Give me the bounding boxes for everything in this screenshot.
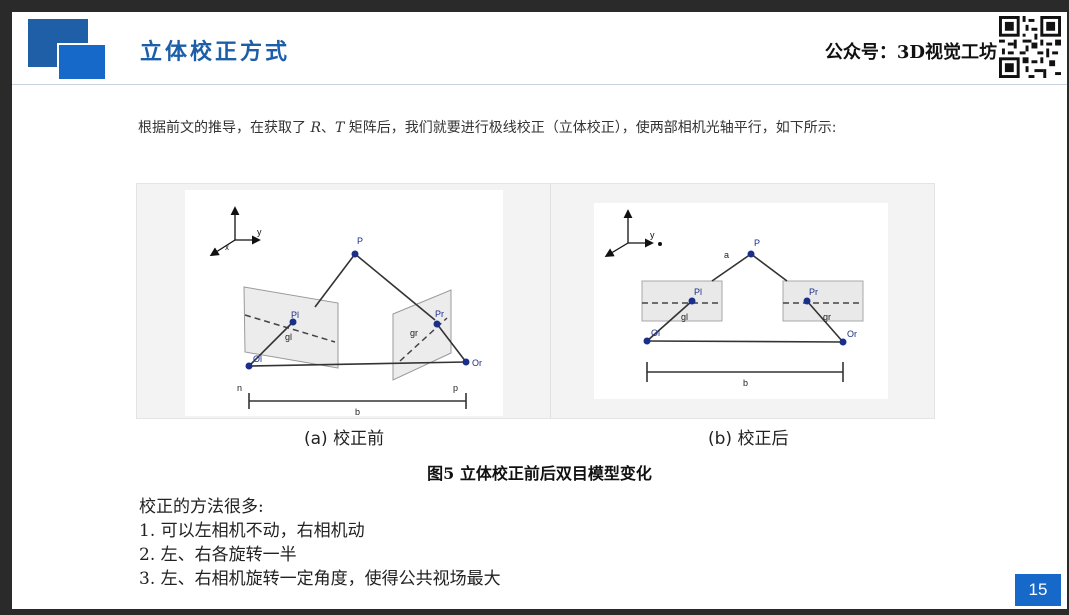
figure-divider <box>550 184 551 418</box>
list-item: 3. 左、右相机旋转一定角度，使得公共视场最大 <box>139 569 501 589</box>
ray-left-to-p <box>314 253 356 308</box>
diagram-before-rectification: y x P Pl Pr Ol Or gl gr n p b <box>185 190 503 416</box>
intro-prefix: 根据前文的推导，在获取了 <box>138 120 311 136</box>
label-pr: Pr <box>809 287 818 297</box>
label-p: P <box>357 236 363 246</box>
point-pr <box>803 297 811 305</box>
figure-container: y x P Pl Pr Ol Or gl gr n p b y P Pl Pr … <box>136 183 935 419</box>
list-item: 2. 左、右各旋转一半 <box>139 545 297 565</box>
logo-block-light <box>57 43 107 81</box>
page-number-badge: 15 <box>1015 574 1061 606</box>
label-axis-y: y <box>650 230 655 240</box>
label-gr: gr <box>823 312 831 322</box>
caption-after: (b) 校正后 <box>708 429 789 449</box>
diagram-after-rectification: y P Pl Pr Ol Or a gl gr b <box>594 203 888 399</box>
intro-suffix: 矩阵后，我们就要进行极线校正（立体校正），使两部相机光轴平行，如下所示: <box>344 120 837 136</box>
label-p: P <box>754 238 760 248</box>
label-b: b <box>355 407 360 416</box>
label-b: b <box>743 378 748 388</box>
label-axis-x: x <box>225 243 229 252</box>
label-gl: gl <box>681 312 688 322</box>
label-pl: Pl <box>694 287 702 297</box>
label-p-small: p <box>453 383 458 393</box>
slide-title: 立体校正方式 <box>140 39 291 65</box>
label-pl: Pl <box>291 310 299 320</box>
point-p <box>747 250 755 258</box>
point-pr <box>433 320 441 328</box>
methods-heading: 校正的方法很多: <box>139 497 264 517</box>
intro-var-r: R <box>310 120 321 136</box>
label-gr: gr <box>410 328 418 338</box>
label-n: n <box>237 383 242 393</box>
ray-p-to-right <box>750 253 788 282</box>
coordinate-axes-icon <box>604 209 654 258</box>
slide: 立体校正方式 公众号：3D视觉工坊 根据前文的推导，在获取了 R、T 矩阵后，我… <box>12 12 1067 609</box>
baseline-ol-or <box>646 340 844 343</box>
point-ol <box>643 337 651 345</box>
label-or: Or <box>472 358 482 368</box>
figure-title: 图5 立体校正前后双目模型变化 <box>427 464 652 483</box>
label-a: a <box>724 250 729 260</box>
origin-dot <box>658 242 662 246</box>
ray-p-to-right <box>354 253 436 321</box>
right-image-plane <box>392 289 452 381</box>
label-gl: gl <box>285 332 292 342</box>
list-item: 1. 可以左相机不动，右相机动 <box>139 521 365 541</box>
point-ol <box>245 362 253 370</box>
label-axis-y: y <box>257 227 262 237</box>
baseline-ol-or <box>248 361 467 367</box>
intro-separator: 、 <box>321 120 335 136</box>
point-p <box>351 250 359 258</box>
point-or <box>462 358 470 366</box>
label-ol: Ol <box>253 354 262 364</box>
coordinate-axes-icon <box>209 206 261 257</box>
methods-list: 校正的方法很多: 1. 可以左相机不动，右相机动 2. 左、右各旋转一半 3. … <box>139 495 501 591</box>
brand-label: 公众号：3D视觉工坊 <box>824 42 997 63</box>
intro-var-t: T <box>335 120 345 136</box>
point-or <box>839 338 847 346</box>
intro-paragraph: 根据前文的推导，在获取了 R、T 矩阵后，我们就要进行极线校正（立体校正），使两… <box>138 115 938 141</box>
header-divider <box>12 84 1067 85</box>
label-ol: Ol <box>651 328 660 338</box>
point-pl <box>688 297 696 305</box>
caption-before: (a) 校正前 <box>304 429 385 449</box>
label-pr: Pr <box>435 309 444 319</box>
ray-left-to-p <box>711 253 752 282</box>
qr-code-icon <box>999 16 1061 78</box>
label-or: Or <box>847 329 857 339</box>
